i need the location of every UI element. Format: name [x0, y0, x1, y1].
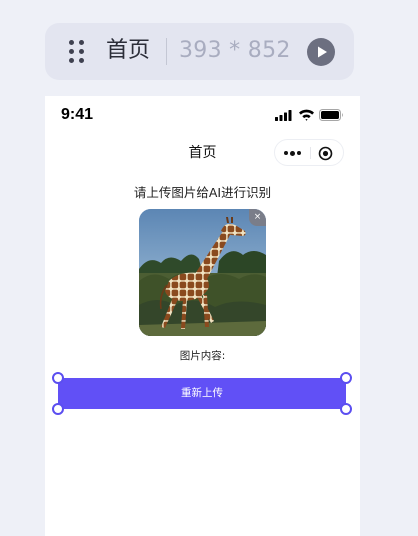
- mini-program-capsule: [274, 139, 344, 166]
- play-icon: [318, 46, 327, 58]
- status-time: 9:41: [61, 106, 94, 123]
- device-size-label[interactable]: 393 * 852: [179, 35, 291, 67]
- giraffe-photo: [139, 209, 266, 336]
- capsule-divider: [310, 147, 311, 159]
- result-label: 图片内容:: [179, 350, 226, 362]
- resize-handle-bottom-left[interactable]: [52, 403, 64, 415]
- toolbar-divider: [166, 38, 167, 65]
- upload-instruction: 请上传图片给AI进行识别: [133, 185, 272, 200]
- resize-handle-top-right[interactable]: [340, 372, 352, 384]
- resize-handle-bottom-right[interactable]: [340, 403, 352, 415]
- more-icon[interactable]: [284, 150, 302, 156]
- wifi-icon: [299, 109, 314, 121]
- reupload-button[interactable]: 重新上传: [58, 378, 346, 409]
- play-button[interactable]: [307, 38, 335, 66]
- preview-toolbar: 首页 393 * 852: [45, 23, 354, 80]
- battery-icon: [319, 109, 343, 121]
- drag-handle-icon[interactable]: [69, 40, 85, 64]
- toolbar-page-title[interactable]: 首页: [106, 35, 150, 67]
- uploaded-image-preview[interactable]: [139, 209, 266, 336]
- phone-screen: 9:41 首页 请上传图片给AI进行识别 × 图片内容:: [45, 96, 360, 536]
- close-circle-icon[interactable]: [318, 146, 333, 161]
- resize-handle-top-left[interactable]: [52, 372, 64, 384]
- status-icons: [275, 109, 343, 121]
- signal-icon: [275, 110, 292, 121]
